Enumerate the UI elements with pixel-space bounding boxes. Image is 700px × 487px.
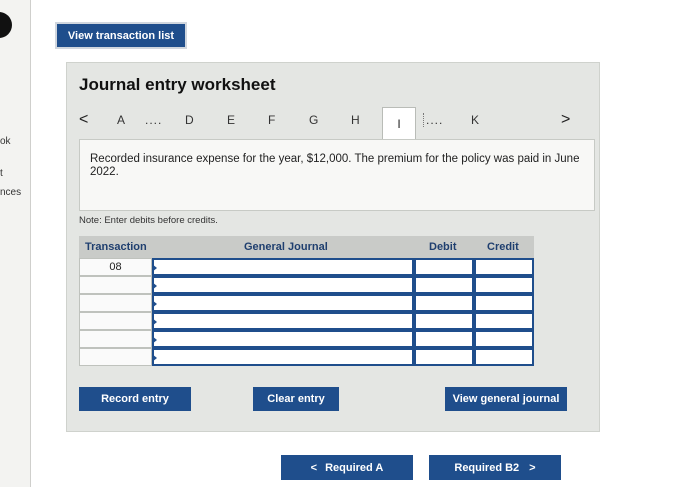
left-panel: ok t nces bbox=[0, 0, 31, 487]
clear-entry-button[interactable]: Clear entry bbox=[253, 387, 339, 411]
dropdown-caret-icon bbox=[152, 264, 157, 272]
transaction-description: Recorded insurance expense for the year,… bbox=[79, 139, 595, 211]
tab-ellipsis[interactable]: .... bbox=[145, 113, 162, 127]
journal-worksheet: Journal entry worksheet < A .... D E F G… bbox=[66, 62, 600, 432]
table-row bbox=[79, 294, 534, 312]
header-transaction: Transaction bbox=[85, 241, 147, 253]
header-general-journal: General Journal bbox=[244, 241, 328, 253]
account-input[interactable] bbox=[152, 258, 414, 276]
worksheet-title: Journal entry worksheet bbox=[79, 75, 276, 94]
credit-input[interactable] bbox=[474, 276, 534, 294]
entry-tabs: < A .... D E F G H I .... K > bbox=[79, 107, 584, 139]
tab-i-label: I bbox=[397, 116, 401, 131]
transaction-cell[interactable] bbox=[79, 348, 152, 366]
dropdown-caret-icon bbox=[152, 336, 157, 344]
prev-tab-arrow-icon[interactable]: < bbox=[79, 111, 88, 129]
left-item[interactable]: t bbox=[0, 168, 3, 179]
tab-h[interactable]: H bbox=[351, 113, 360, 127]
nav-circle-icon[interactable] bbox=[0, 12, 12, 38]
chevron-right-icon: > bbox=[529, 461, 536, 474]
tab-i-active[interactable]: I bbox=[382, 107, 416, 139]
required-b2-label: Required B2 bbox=[454, 461, 520, 474]
credit-input[interactable] bbox=[474, 294, 534, 312]
table-row bbox=[79, 348, 534, 366]
next-tab-arrow-icon[interactable]: > bbox=[561, 111, 570, 129]
credit-input[interactable] bbox=[474, 330, 534, 348]
debit-input[interactable] bbox=[414, 294, 474, 312]
credit-input[interactable] bbox=[474, 258, 534, 276]
account-input[interactable] bbox=[152, 330, 414, 348]
view-general-journal-button[interactable]: View general journal bbox=[445, 387, 567, 411]
debit-input[interactable] bbox=[414, 348, 474, 366]
account-input[interactable] bbox=[152, 312, 414, 330]
tab-d[interactable]: D bbox=[185, 113, 194, 127]
table-row bbox=[79, 276, 534, 294]
left-item[interactable]: nces bbox=[0, 187, 21, 198]
required-a-button[interactable]: < Required A bbox=[281, 455, 413, 480]
dropdown-caret-icon bbox=[152, 282, 157, 290]
dropdown-caret-icon bbox=[152, 318, 157, 326]
tab-k[interactable]: K bbox=[471, 113, 479, 127]
debit-input[interactable] bbox=[414, 258, 474, 276]
transaction-cell[interactable] bbox=[79, 276, 152, 294]
account-input[interactable] bbox=[152, 348, 414, 366]
credit-input[interactable] bbox=[474, 312, 534, 330]
transaction-cell[interactable] bbox=[79, 294, 152, 312]
account-input[interactable] bbox=[152, 276, 414, 294]
transaction-cell[interactable] bbox=[79, 312, 152, 330]
table-row bbox=[79, 312, 534, 330]
tab-ellipsis-2[interactable]: .... bbox=[423, 113, 443, 127]
debit-input[interactable] bbox=[414, 276, 474, 294]
required-b2-button[interactable]: Required B2 > bbox=[429, 455, 561, 480]
dropdown-caret-icon bbox=[152, 354, 157, 362]
account-input[interactable] bbox=[152, 294, 414, 312]
description-text: Recorded insurance expense for the year,… bbox=[90, 153, 580, 178]
required-a-label: Required A bbox=[325, 461, 384, 474]
tab-f[interactable]: F bbox=[268, 113, 275, 127]
transaction-cell[interactable]: 08 bbox=[79, 258, 152, 276]
left-item[interactable]: ok bbox=[0, 136, 11, 147]
main-content: View transaction list Journal entry work… bbox=[31, 0, 700, 487]
chevron-left-icon: < bbox=[310, 461, 318, 474]
table-row: 08 bbox=[79, 258, 534, 276]
record-entry-button[interactable]: Record entry bbox=[79, 387, 191, 411]
dropdown-caret-icon bbox=[152, 300, 157, 308]
header-debit: Debit bbox=[429, 241, 457, 253]
tab-a[interactable]: A bbox=[117, 113, 125, 127]
tab-g[interactable]: G bbox=[309, 113, 318, 127]
debit-input[interactable] bbox=[414, 330, 474, 348]
entry-note: Note: Enter debits before credits. bbox=[79, 215, 218, 226]
table-header: Transaction General Journal Debit Credit bbox=[79, 236, 534, 258]
transaction-cell[interactable] bbox=[79, 330, 152, 348]
view-transaction-list-button[interactable]: View transaction list bbox=[55, 22, 187, 49]
header-credit: Credit bbox=[487, 241, 519, 253]
tab-e[interactable]: E bbox=[227, 113, 235, 127]
credit-input[interactable] bbox=[474, 348, 534, 366]
table-row bbox=[79, 330, 534, 348]
debit-input[interactable] bbox=[414, 312, 474, 330]
